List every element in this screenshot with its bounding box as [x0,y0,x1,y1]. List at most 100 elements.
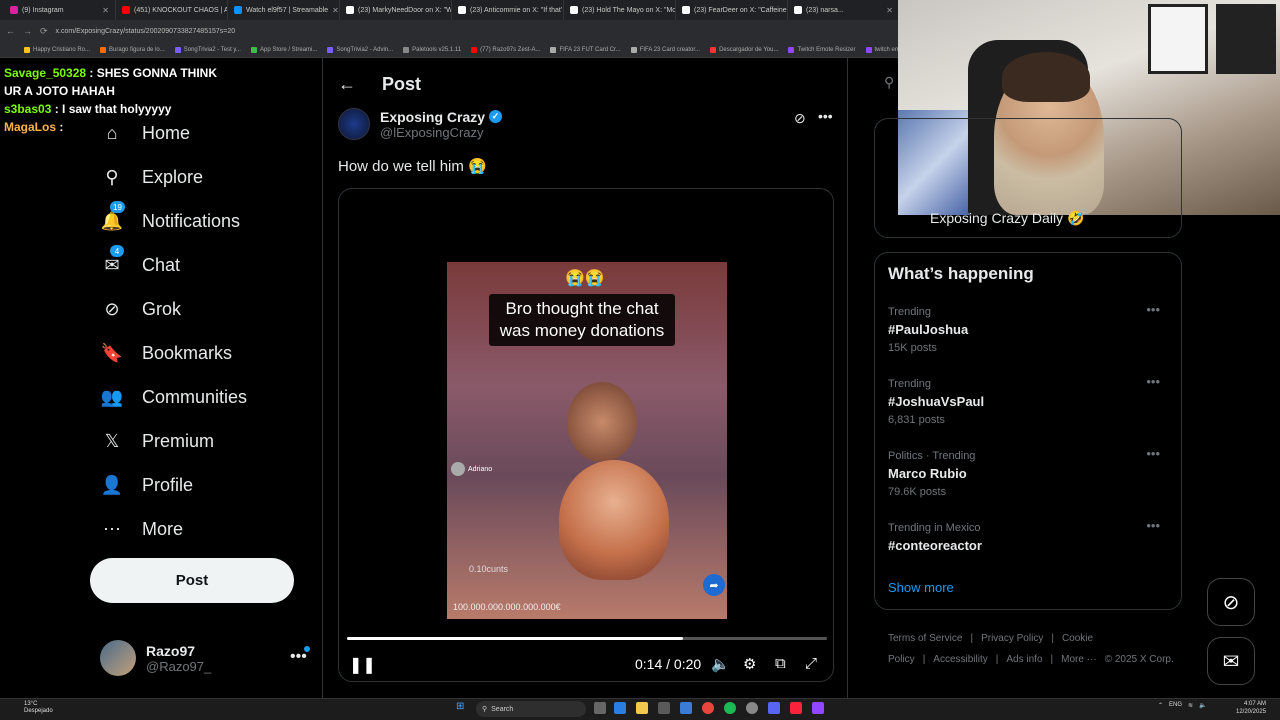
chrome-icon[interactable] [702,702,714,714]
footer-link[interactable]: Ads info [1006,654,1042,665]
spotify-icon[interactable] [724,702,736,714]
footer-link[interactable]: Terms of Service [888,633,962,644]
nav-item-communities[interactable]: 👥 Communities [100,379,247,415]
more-horizontal-icon[interactable]: ••• [818,108,833,124]
trend-item[interactable]: Trending in Mexico #conteoreactor ••• [888,518,1168,558]
messages-fab-icon[interactable]: ✉ [1207,637,1255,685]
grok-icon[interactable]: ⊘ [794,110,806,127]
bookmark-item[interactable]: Twitch Emote Resizer [788,46,856,53]
url-text[interactable]: x.com/ExposingCrazy/status/2002090733827… [56,28,236,35]
author-handle[interactable]: @lExposingCrazy [380,125,502,140]
system-tray[interactable]: ⌃ ENG ≋ 🔈 [1158,702,1207,709]
author-name[interactable]: Exposing Crazy [380,109,485,125]
music-icon[interactable] [790,702,802,714]
author-avatar[interactable] [338,108,370,140]
nav-label: Premium [142,430,215,451]
nav-item-notifications[interactable]: 🔔 19 Notifications [100,201,240,239]
bookmark-item[interactable]: Happy Cristiano Ro... [24,46,90,53]
taskbar-search[interactable]: ⚲ Search [476,701,586,717]
browser-tab[interactable]: (23) Anticommie on X: "If that'✕ [452,0,564,20]
nav-item-explore[interactable]: ⚲ Explore [100,159,203,195]
video-frame[interactable]: 😭😭 Bro thought the chat was money donati… [447,262,727,619]
more-horizontal-icon[interactable]: ••• [1146,374,1160,389]
more-horizontal-icon[interactable]: ••• [1146,446,1160,461]
tab-favicon-icon [570,6,578,14]
pip-icon[interactable]: ⧉ [775,655,786,672]
weather-widget[interactable]: 13°C Despejado [24,701,53,715]
back-arrow-icon[interactable]: ← [338,74,356,95]
video-progress-fill [347,637,683,640]
more-horizontal-icon[interactable]: ••• [1146,302,1160,317]
browser-tab[interactable]: Watch el9f57 | Streamable ✕ [228,0,340,20]
bookmark-item[interactable]: App Store / Streami... [250,46,317,53]
nav-item-grok[interactable]: ⊘ Grok [100,291,181,327]
back-nav-icon[interactable]: ← [6,26,15,36]
bookmark-label: Descargador de You... [719,46,779,53]
browser-tab[interactable]: (23) FearDeer on X: "Caffeine g✕ [676,0,788,20]
grok-fab-icon[interactable]: ⊘ [1207,578,1255,626]
speaker-icon[interactable]: 🔈 [1199,702,1206,709]
store-icon[interactable] [658,702,670,714]
settings-gear-icon[interactable]: ⚙ [743,655,756,673]
related-card-label[interactable]: Exposing Crazy Daily 🤣 [930,210,1084,227]
forward-nav-icon[interactable]: → [23,26,32,36]
search-icon[interactable]: ⚲ [884,74,894,91]
task-view-icon[interactable] [594,702,606,714]
bookmark-item[interactable]: SongTrivia2 - Advin... [327,46,393,53]
nav-item-profile[interactable]: 👤 Profile [100,467,193,503]
bookmark-item[interactable]: Descargador de You... [710,46,779,53]
nav-item-more[interactable]: ⋯ More [100,511,183,547]
browser-tab[interactable]: (23) narsa... ✕ [788,0,900,20]
trend-item[interactable]: Politics · Trending Marco Rubio 79.6K post… [888,446,1168,498]
post-author[interactable]: Exposing Crazy ✓ @lExposingCrazy [338,108,503,140]
bookmark-item[interactable]: FIFA 23 Card creator... [630,46,700,53]
bookmark-item[interactable]: Paletools v25.1.11 [403,46,461,53]
more-horizontal-icon[interactable]: ••• [1146,518,1160,533]
wifi-icon[interactable]: ≋ [1188,702,1193,709]
tray-lang[interactable]: ENG [1169,702,1182,709]
footer-link[interactable]: More ··· [1061,654,1097,665]
browser-tab[interactable]: (451) KNOCKOUT CHAOS | Anti✕ [116,0,228,20]
tray-chevron-icon[interactable]: ⌃ [1158,702,1163,709]
nav-item-premium[interactable]: 𝕏 Premium [100,423,214,459]
trend-item[interactable]: Trending #JoshuaVsPaul 6,831 posts ••• [888,374,1168,426]
trend-item[interactable]: Trending #PaulJoshua 15K posts ••• [888,302,1168,354]
taskbar-clock[interactable]: 4:07 AM 12/20/2025 [1236,700,1266,716]
browser-tab[interactable]: (9) Instagram ✕ [4,0,116,20]
account-switcher[interactable]: Razo97 @Razo97_ ••• [100,638,310,678]
file-explorer-icon[interactable] [636,702,648,714]
nav-item-bookmarks[interactable]: 🔖 Bookmarks [100,335,232,371]
pause-icon[interactable]: ❚❚ [349,655,376,675]
close-icon[interactable]: ✕ [886,6,893,15]
bookmark-item[interactable]: Burago figura de lo... [100,46,165,53]
footer-link[interactable]: Privacy Policy [981,633,1043,644]
video-player[interactable]: 😭😭 Bro thought the chat was money donati… [338,188,834,682]
mail-app-icon[interactable] [680,702,692,714]
bookmark-item[interactable]: twitch em [865,46,900,53]
reload-icon[interactable]: ⟳ [40,26,48,37]
bookmark-item[interactable]: SongTrivia2 - Test y... [174,46,241,53]
bookmark-item[interactable]: FIFA 23 FUT Card Cr... [550,46,621,53]
discord-icon[interactable] [768,702,780,714]
fullscreen-icon[interactable]: ⤢ [805,655,817,672]
volume-icon[interactable]: 🔈 [711,655,730,673]
browser-tab[interactable]: (23) Hold The Mayo on X: "Mo✕ [564,0,676,20]
post-button[interactable]: Post [90,558,294,603]
author-name-row[interactable]: Exposing Crazy ✓ [380,109,503,125]
close-icon[interactable]: ✕ [102,6,109,15]
footer-link[interactable]: © 2025 X Corp. [1105,654,1174,665]
video-progress-bar[interactable] [347,637,827,640]
obs-icon[interactable] [746,702,758,714]
edge-icon[interactable] [614,702,626,714]
show-more-link[interactable]: Show more [888,580,954,595]
nav-label: More [142,518,184,539]
nav-item-home[interactable]: ⌂ Home [100,115,190,151]
nav-item-chat[interactable]: ✉ 4 Chat [100,245,180,283]
footer-link[interactable]: Accessibility [933,654,987,665]
address-bar[interactable]: ← → ⟳ x.com/ExposingCrazy/status/2002090… [0,20,900,42]
bookmark-item[interactable]: (77) Razo97s Zest-A... [471,46,540,53]
windows-start-icon[interactable]: ⊞ [456,701,464,712]
twitch-icon[interactable] [812,702,824,714]
browser-tab[interactable]: (23) MarkyNeedDoor on X: "Wi✕ [340,0,452,20]
close-icon[interactable]: ✕ [332,6,339,15]
